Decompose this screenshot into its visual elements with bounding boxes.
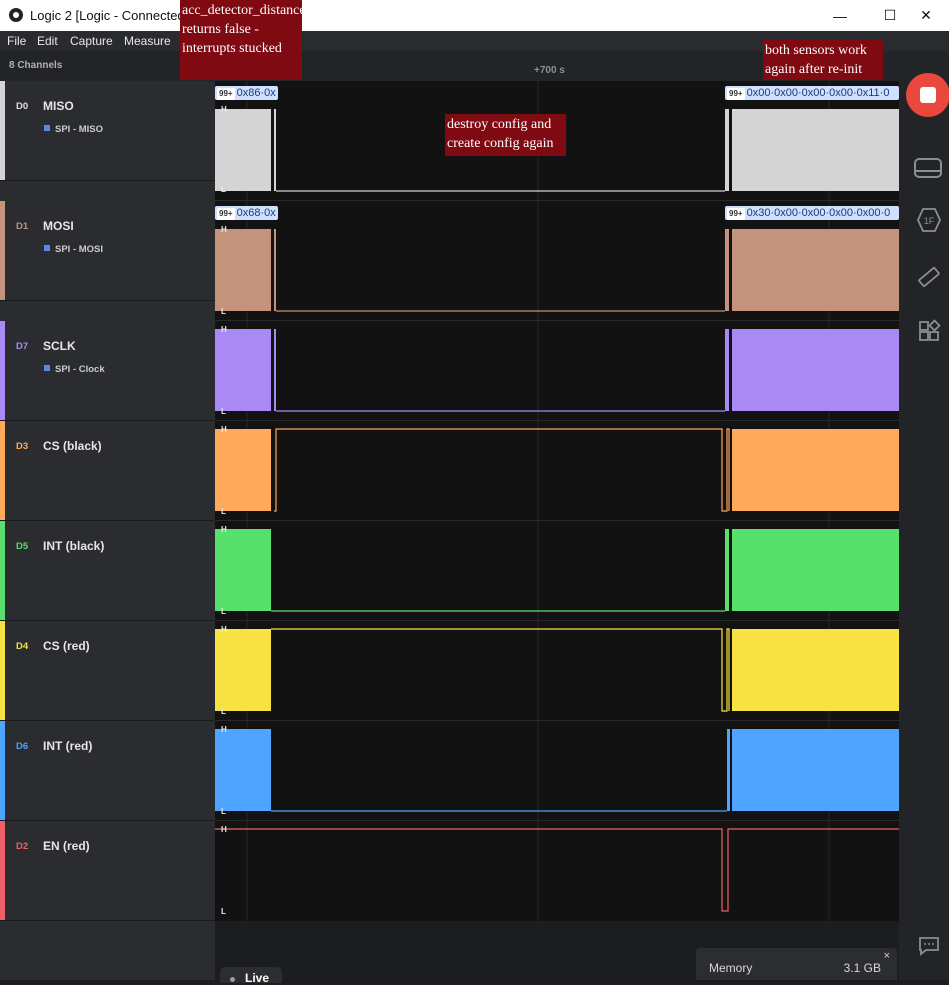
channel-id: D1 <box>16 221 29 232</box>
level-high-label: H <box>221 325 227 334</box>
channel-color-bar <box>0 821 5 920</box>
channel-row-d1[interactable]: D1 MOSI SPI - MOSI <box>0 201 215 301</box>
channel-count: 8 Channels <box>9 60 63 71</box>
channel-id: D6 <box>16 741 29 752</box>
channel-name[interactable]: EN (red) <box>43 839 90 853</box>
spi-miso-frame-left[interactable]: 99+ 0x86·0x <box>215 86 278 100</box>
channel-name[interactable]: SCLK <box>43 339 76 353</box>
analyzers-1f-icon[interactable]: 1F <box>917 207 941 233</box>
channel-color-bar <box>0 421 5 520</box>
level-high-label: H <box>221 425 227 434</box>
analyzer-color-icon <box>44 125 50 131</box>
minimize-button[interactable]: — <box>817 0 863 31</box>
annotation-note-sensors-work: both sensors work again after re-init <box>763 40 883 80</box>
logic-app-icon <box>9 8 23 22</box>
spi-mosi-frame-left[interactable]: 99+ 0x68·0x <box>215 206 278 220</box>
channel-color-bar <box>0 721 5 820</box>
level-high-label: H <box>221 725 227 734</box>
menu-edit[interactable]: Edit <box>37 34 58 48</box>
channel-row-d4[interactable]: D4 CS (red) <box>0 621 215 721</box>
level-low-label: L <box>221 507 226 516</box>
waveform-d7-sclk <box>215 329 899 412</box>
channel-color-bar <box>0 321 5 420</box>
channel-name[interactable]: INT (red) <box>43 739 92 753</box>
analyzer-tag[interactable]: SPI - MISO <box>44 124 103 135</box>
waveform-d4-cs-red <box>215 628 899 712</box>
level-low-label: L <box>221 907 226 916</box>
channel-row-d5[interactable]: D5 INT (black) <box>0 521 215 621</box>
channel-color-bar <box>0 201 5 300</box>
stop-icon <box>920 87 936 103</box>
analyzer-color-icon <box>44 365 50 371</box>
waveform-d6-int-red <box>215 729 899 812</box>
chat-icon[interactable] <box>917 935 941 957</box>
level-low-label: L <box>221 307 226 316</box>
spi-mosi-frame-right[interactable]: 99+ 0x30·0x00·0x00·0x00·0x00·0 <box>725 206 899 220</box>
channel-color-bar <box>0 81 5 180</box>
channel-row-d6[interactable]: D6 INT (red) <box>0 721 215 821</box>
annotations-panel-icon[interactable] <box>913 155 943 181</box>
channel-id: D7 <box>16 341 29 352</box>
spi-miso-frame-right[interactable]: 99+ 0x00·0x00·0x00·0x00·0x11·0 <box>725 86 899 100</box>
close-button[interactable]: ✕ <box>903 0 949 31</box>
memory-value: 3.1 GB <box>843 961 881 975</box>
channel-id: D0 <box>16 101 29 112</box>
channel-name[interactable]: CS (red) <box>43 639 90 653</box>
waveform-d3-cs-black <box>215 428 899 512</box>
close-memory-icon[interactable]: × <box>884 950 890 962</box>
analyzer-color-icon <box>44 245 50 251</box>
level-low-label: L <box>221 185 226 194</box>
level-low-label: L <box>221 607 226 616</box>
annotation-note-interrupts-stuck: acc_detector_distance_get_next returns f… <box>180 0 361 80</box>
window-title: Logic 2 [Logic - Connected] <box>30 8 189 23</box>
level-high-label: H <box>221 625 227 634</box>
analyzer-tag[interactable]: SPI - Clock <box>44 364 105 375</box>
memory-indicator: Memory 3.1 GB × <box>696 948 897 980</box>
channel-row-d3[interactable]: D3 CS (black) <box>0 421 215 521</box>
level-high-label: H <box>221 105 227 114</box>
record-button[interactable] <box>906 73 949 117</box>
level-low-label: L <box>221 707 226 716</box>
channel-name[interactable]: MOSI <box>43 219 74 233</box>
waveform-view[interactable]: H L H L H L H L H L H L H L H L 99+ 0x86·… <box>215 81 899 921</box>
channel-row-d2[interactable]: D2 EN (red) <box>0 821 215 921</box>
channel-name[interactable]: CS (black) <box>43 439 102 453</box>
time-ruler-marker[interactable]: +700 s <box>534 65 565 76</box>
channel-id: D3 <box>16 441 29 452</box>
menu-measure[interactable]: Measure <box>124 34 171 48</box>
right-toolbar: 1F <box>899 51 949 980</box>
analyzer-tag[interactable]: SPI - MOSI <box>44 244 103 255</box>
channel-color-bar <box>0 621 5 720</box>
level-high-label: H <box>221 525 227 534</box>
channel-list: D0 MISO SPI - MISO D1 MOSI SPI - MOSI D7… <box>0 81 215 921</box>
menu-capture[interactable]: Capture <box>70 34 113 48</box>
level-low-label: L <box>221 807 226 816</box>
channel-name[interactable]: INT (black) <box>43 539 104 553</box>
channel-color-bar <box>0 521 5 620</box>
channel-id: D5 <box>16 541 29 552</box>
measure-ruler-icon[interactable] <box>917 265 941 289</box>
waveform-d2-en-red <box>215 828 899 912</box>
extensions-icon[interactable] <box>917 319 941 343</box>
annotation-note-reconfig: destroy config and create config again <box>445 114 566 156</box>
title-bar: Logic 2 [Logic - Connected] — ☐ ✕ <box>0 0 949 31</box>
live-button[interactable]: Live <box>220 967 282 985</box>
channel-id: D2 <box>16 841 29 852</box>
level-high-label: H <box>221 225 227 234</box>
channel-row-d7[interactable]: D7 SCLK SPI - Clock <box>0 321 215 421</box>
memory-label: Memory <box>709 961 753 975</box>
channel-row-d0[interactable]: D0 MISO SPI - MISO <box>0 81 215 181</box>
menu-file[interactable]: File <box>7 34 26 48</box>
waveform-d1-mosi <box>215 229 899 312</box>
sidebar-empty-area <box>0 921 215 980</box>
level-high-label: H <box>221 825 227 834</box>
channel-name[interactable]: MISO <box>43 99 74 113</box>
svg-text:1F: 1F <box>924 216 935 226</box>
waveform-d5-int-black <box>215 529 899 612</box>
level-low-label: L <box>221 407 226 416</box>
channel-id: D4 <box>16 641 29 652</box>
